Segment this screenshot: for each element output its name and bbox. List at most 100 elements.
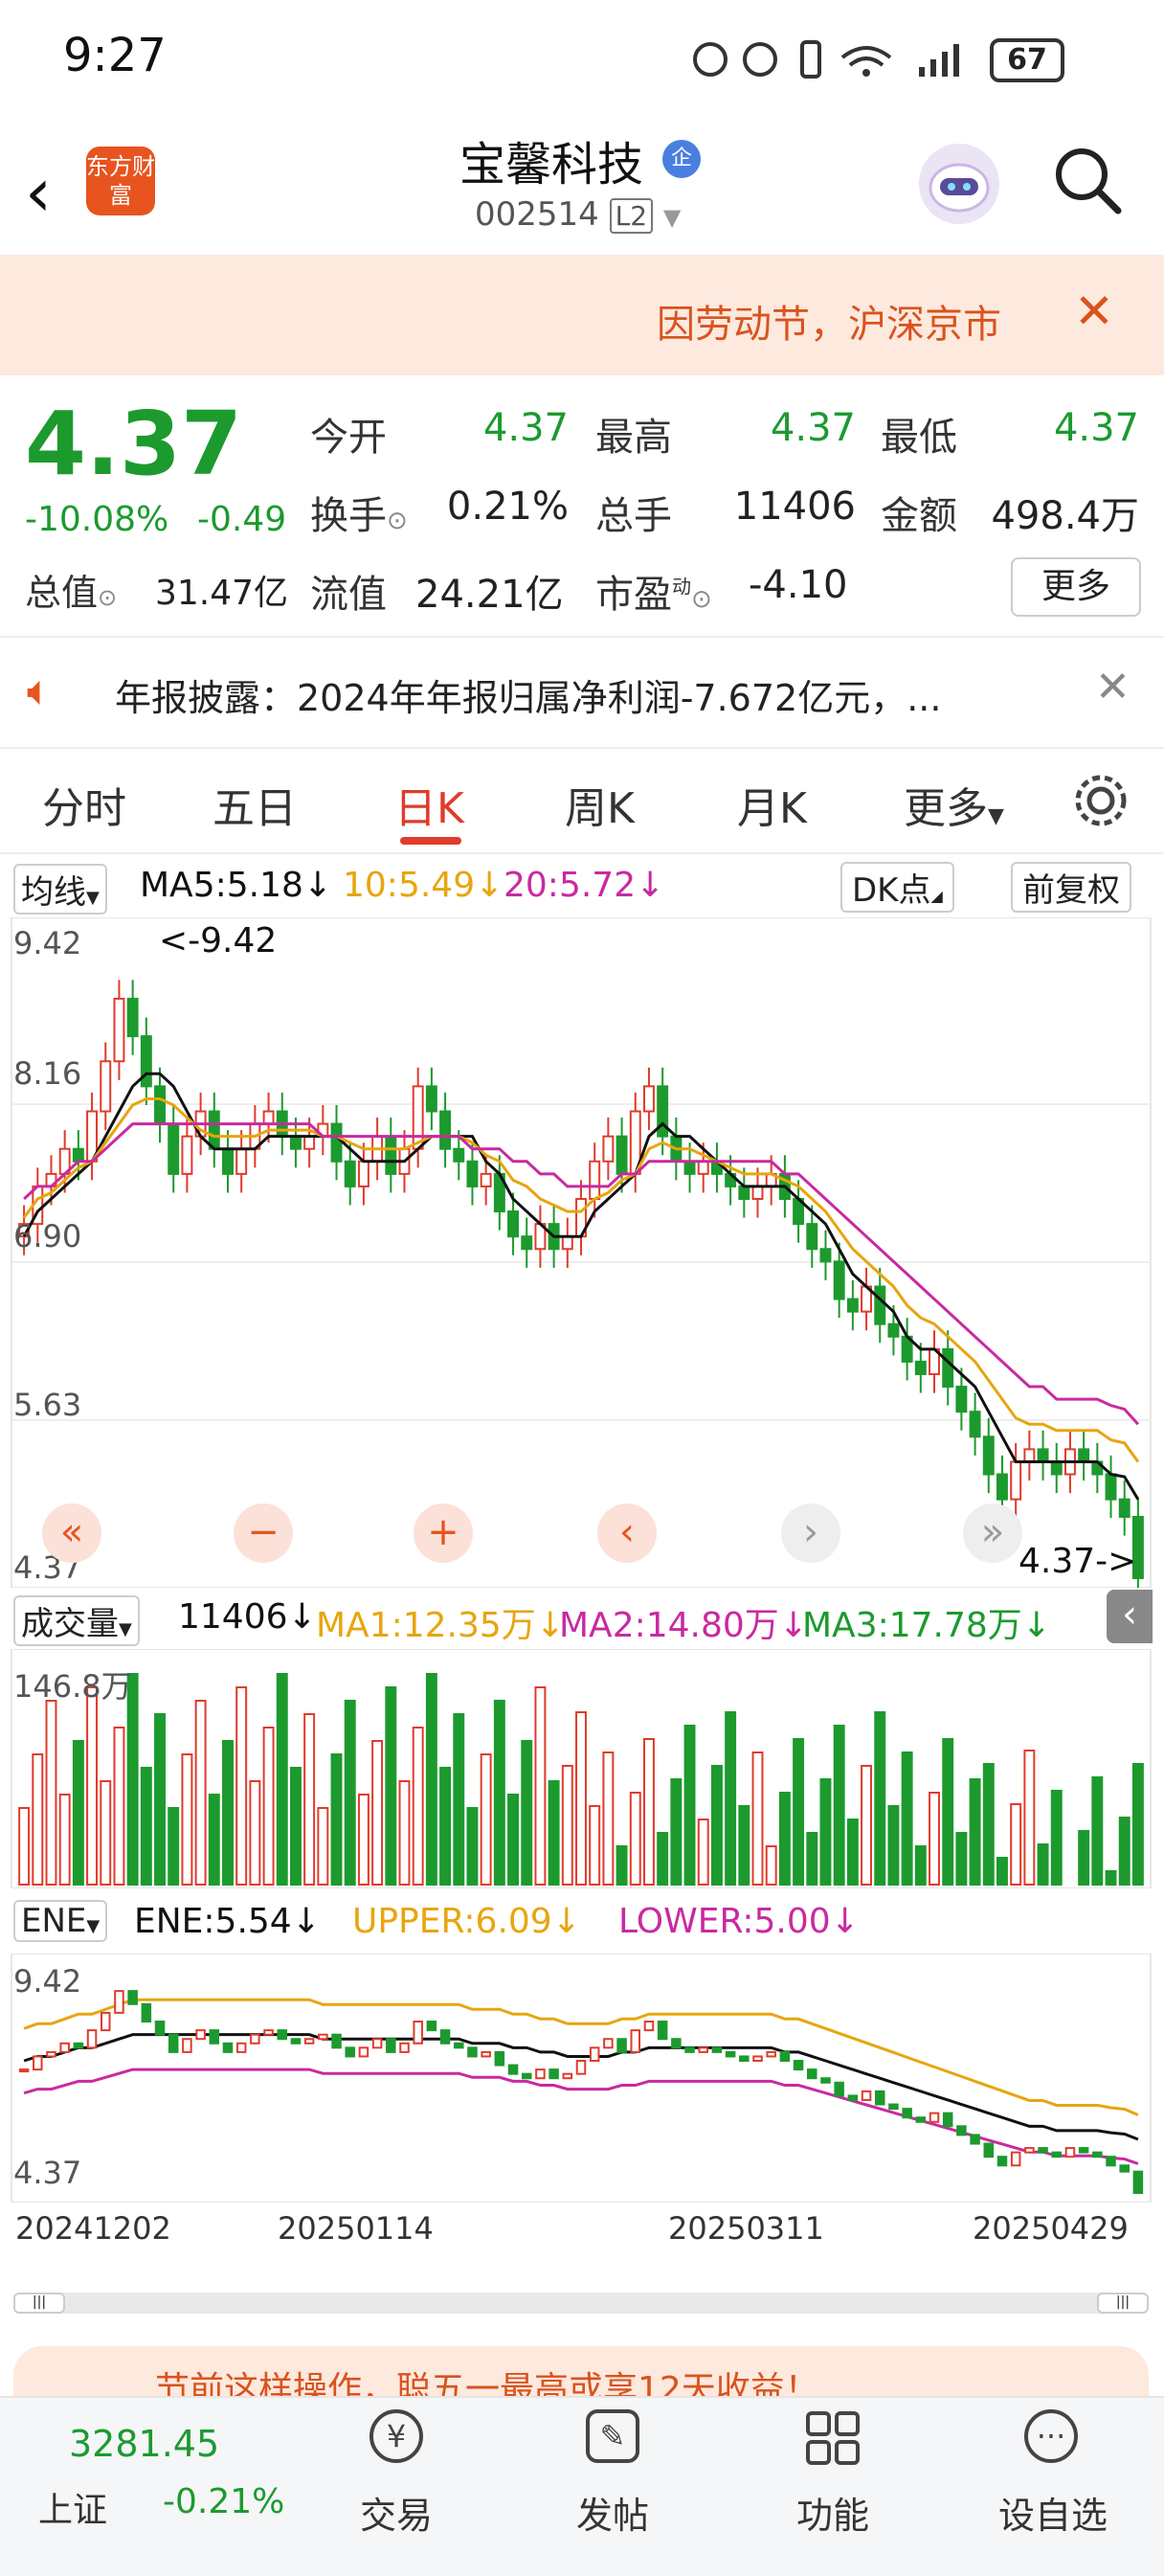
min-price-marker: 4.37-> <box>1018 1542 1137 1581</box>
volume-bar-72 <box>996 1857 1008 1886</box>
date-label-2: 20250114 <box>278 2210 434 2247</box>
volume-value: 11406 <box>733 485 856 529</box>
notice-text[interactable]: 年报披露：2024年年报归属净利润-7.672亿元，... <box>115 668 941 721</box>
y-label-2: 8.16 <box>13 1055 82 1092</box>
ene-candle-64 <box>888 2103 899 2111</box>
candle-body-50 <box>697 1160 709 1175</box>
tab-more[interactable]: 更多▼ <box>904 774 1004 835</box>
assistant-robot-icon[interactable] <box>919 144 999 224</box>
current-price: 4.37 <box>25 393 242 495</box>
tab-five-day[interactable]: 五日 <box>213 774 297 835</box>
pe-label-text: 市盈 <box>595 573 672 617</box>
back-arrow-icon[interactable]: ‹ <box>25 153 52 232</box>
scroll-handle-right[interactable]: ||| <box>1097 2293 1149 2314</box>
volume-bar-13 <box>194 1700 207 1886</box>
chevron-down-icon: ▼ <box>86 1916 101 1936</box>
ene-candle-1 <box>33 2055 43 2071</box>
adjust-button[interactable]: 前复权 <box>1011 862 1131 913</box>
scroll-handle-left[interactable]: ||| <box>13 2293 65 2314</box>
ene-candle-79 <box>1092 2151 1103 2158</box>
index-change[interactable]: -0.21% <box>163 2482 284 2521</box>
functions-grid-icon[interactable] <box>804 2409 862 2471</box>
search-icon[interactable] <box>1053 146 1122 215</box>
index-value[interactable]: 3281.45 <box>69 2423 219 2465</box>
scroll-right-icon[interactable]: › <box>781 1503 840 1563</box>
volume-bar-3 <box>58 1794 71 1886</box>
volume-bar-76 <box>1050 1790 1063 1886</box>
more-button[interactable]: 更多 <box>1011 557 1141 617</box>
ene-candle-60 <box>834 2081 844 2097</box>
volume-bar-27 <box>385 1686 397 1886</box>
pe-label[interactable]: 市盈动⊙ <box>595 563 712 619</box>
volume-selector[interactable]: 成交量▼ <box>13 1595 140 1646</box>
tab-daily-k[interactable]: 日K <box>394 774 464 835</box>
candle-body-40 <box>561 1235 573 1251</box>
ene-y-bottom: 4.37 <box>13 2155 82 2191</box>
dk-point-button[interactable]: DK点◢ <box>840 862 954 913</box>
ene-candle-55 <box>766 2050 776 2058</box>
volume-bar-29 <box>412 1727 424 1886</box>
nav-post[interactable]: 发帖 <box>536 2486 689 2539</box>
trade-yen-icon[interactable]: ¥ <box>369 2409 423 2463</box>
index-name[interactable]: 上证 <box>38 2482 107 2532</box>
chevron-down-icon: ▼ <box>988 804 1004 828</box>
kline-chart[interactable] <box>0 917 1164 1588</box>
ene-selector[interactable]: ENE▼ <box>13 1900 108 1942</box>
ene-candle-15 <box>222 2042 234 2053</box>
amount-label: 金额 <box>881 494 957 538</box>
candle-body-81 <box>1118 1498 1130 1518</box>
candle-body-61 <box>846 1298 859 1313</box>
volume-bar-11 <box>168 1807 180 1886</box>
volume-bar-20 <box>289 1767 302 1886</box>
chart-scrollbar[interactable]: ||| ||| <box>13 2293 1149 2314</box>
close-icon[interactable]: ✕ <box>1074 283 1114 339</box>
promo-banner[interactable]: 节前这样操作，聪五一最高或享12天收益！ <box>13 2346 1149 2404</box>
candle-body-72 <box>996 1473 1008 1501</box>
turnover-label-text: 换手 <box>310 494 387 538</box>
ene-candle-24 <box>345 2046 355 2058</box>
volume-bar-70 <box>969 1778 981 1886</box>
ene-candle-43 <box>603 2038 614 2049</box>
gear-icon[interactable] <box>1072 772 1130 833</box>
collapse-panel-icon[interactable]: ‹ <box>1107 1590 1153 1643</box>
scroll-right-far-icon[interactable]: » <box>963 1503 1022 1563</box>
scroll-left-far-icon[interactable]: « <box>42 1503 101 1563</box>
candle-body-16 <box>235 1147 248 1175</box>
volume-bar-51 <box>710 1765 723 1886</box>
turnover-label[interactable]: 换手⊙ <box>310 485 408 540</box>
candle-body-24 <box>344 1160 356 1187</box>
volume-bar-71 <box>982 1763 995 1886</box>
ma-selector[interactable]: 均线▼ <box>13 864 107 915</box>
market-cap-label[interactable]: 总值⊙ <box>25 563 117 616</box>
ene-candle-45 <box>630 2029 641 2053</box>
volume-bar-25 <box>357 1794 369 1886</box>
volume-bar-46 <box>642 1738 655 1886</box>
stock-code[interactable]: 002514 L2 ▼ <box>475 195 681 234</box>
volume-chart[interactable] <box>0 1649 1164 1888</box>
tab-weekly-k[interactable]: 周K <box>565 774 635 835</box>
scroll-left-icon[interactable]: ‹ <box>597 1503 657 1563</box>
volume-bar-60 <box>833 1725 845 1886</box>
ene-candle-31 <box>439 2029 451 2045</box>
post-edit-icon[interactable]: ✎ <box>586 2409 639 2463</box>
tab-monthly-k[interactable]: 月K <box>737 774 807 835</box>
volume-bar-34 <box>480 1753 492 1886</box>
nav-add-watchlist[interactable]: 设自选 <box>976 2486 1130 2539</box>
ene-chart[interactable] <box>0 1954 1164 2203</box>
tab-intraday[interactable]: 分时 <box>42 774 126 835</box>
ene-candle-78 <box>1078 2147 1089 2154</box>
nav-trade[interactable]: 交易 <box>320 2486 473 2539</box>
nav-functions[interactable]: 功能 <box>756 2486 909 2539</box>
volume-bar-65 <box>901 1751 913 1886</box>
close-icon[interactable]: ✕ <box>1095 663 1130 712</box>
ene-candle-20 <box>290 2038 302 2045</box>
candle-body-18 <box>262 1110 275 1125</box>
volume-bar-31 <box>439 1767 452 1886</box>
watchlist-dots-icon[interactable]: ··· <box>1024 2409 1078 2463</box>
volume-bar-41 <box>575 1711 587 1886</box>
low-value: 4.37 <box>1053 406 1139 450</box>
ene-candle-73 <box>1010 2151 1021 2167</box>
zoom-out-icon[interactable]: − <box>234 1503 293 1563</box>
zoom-in-icon[interactable]: + <box>414 1503 473 1563</box>
ene-candle-57 <box>793 2060 804 2071</box>
